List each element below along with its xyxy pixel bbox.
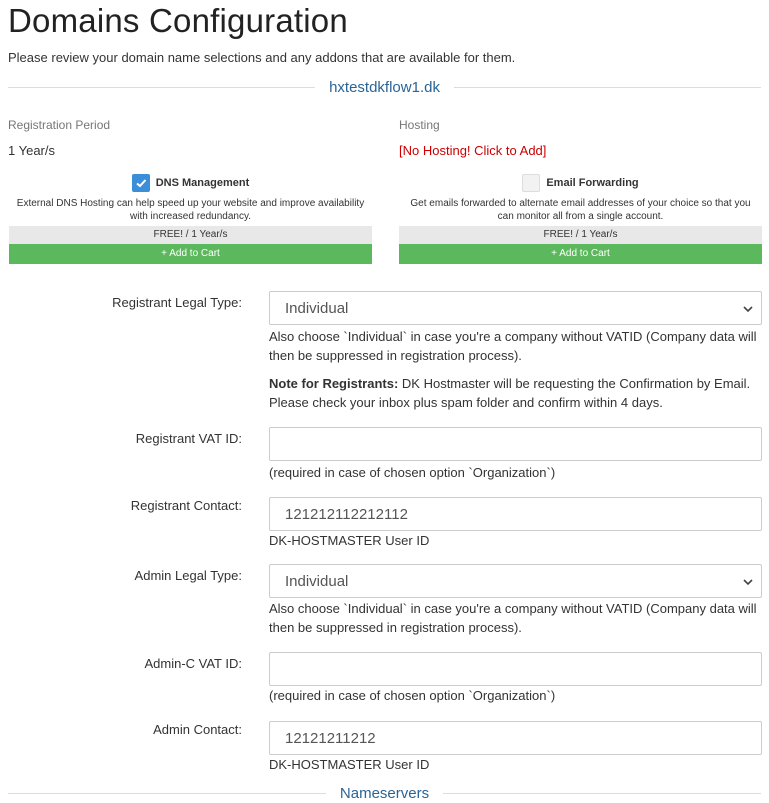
dns-management-price: FREE! / 1 Year/s — [9, 226, 372, 244]
email-forwarding-label: Email Forwarding — [546, 177, 639, 189]
addon-email-forwarding: Email Forwarding Get emails forwarded to… — [399, 172, 762, 264]
registrant-contact-help: DK-HOSTMASTER User ID — [269, 533, 430, 548]
admin-legal-type-value: Individual — [285, 572, 349, 590]
email-forwarding-price: FREE! / 1 Year/s — [399, 226, 762, 244]
registrant-note-bold: Note for Registrants: — [269, 376, 399, 391]
registrant-legal-type-value: Individual — [285, 299, 349, 317]
check-icon — [136, 179, 146, 188]
registrant-vat-id-input[interactable] — [269, 427, 762, 461]
registrant-contact-value: 121212112212112 — [285, 505, 408, 523]
admin-vat-id-label: Admin-C VAT ID: — [144, 656, 242, 671]
registrant-note: Note for Registrants: DK Hostmaster will… — [269, 374, 764, 412]
dns-management-label: DNS Management — [155, 177, 250, 189]
registrant-contact-input[interactable]: 121212112212112 — [269, 497, 762, 531]
chevron-down-icon — [743, 306, 753, 313]
hosting-add-link[interactable]: [No Hosting! Click to Add] — [399, 143, 546, 158]
admin-legal-type-help: Also choose `Individual` in case you're … — [269, 601, 757, 635]
admin-vat-id-help: (required in case of chosen option `Orga… — [269, 688, 556, 703]
registrant-legal-type-label: Registrant Legal Type: — [112, 295, 242, 310]
admin-contact-label: Admin Contact: — [153, 722, 242, 737]
email-forwarding-checkbox[interactable] — [522, 174, 541, 192]
page-subtitle: Please review your domain name selection… — [8, 50, 516, 65]
nameservers-heading: Nameservers — [339, 784, 430, 802]
domain-divider: hxtestdkflow1.dk — [8, 77, 762, 97]
admin-vat-id-input[interactable] — [269, 652, 762, 686]
addon-dns-header[interactable]: DNS Management — [9, 172, 372, 194]
hosting-label: Hosting — [399, 118, 440, 132]
admin-contact-value: 12121211212 — [285, 729, 376, 747]
email-forwarding-description: Get emails forwarded to alternate email … — [410, 198, 751, 222]
registrant-contact-label: Registrant Contact: — [130, 498, 242, 513]
registration-period-label: Registration Period — [8, 118, 111, 132]
dns-management-checkbox[interactable] — [131, 174, 150, 192]
domain-name-heading: hxtestdkflow1.dk — [329, 78, 440, 96]
admin-contact-input[interactable]: 12121211212 — [269, 721, 762, 755]
registrant-vat-id-help: (required in case of chosen option `Orga… — [269, 465, 556, 480]
registrant-legal-type-help: Also choose `Individual` in case you're … — [269, 329, 757, 363]
addon-dns-management: DNS Management External DNS Hosting can … — [9, 172, 372, 264]
page-title: Domains Configuration — [8, 2, 348, 39]
registrant-legal-type-select[interactable]: Individual — [269, 291, 762, 325]
chevron-down-icon — [743, 579, 753, 586]
admin-contact-help: DK-HOSTMASTER User ID — [269, 757, 430, 772]
registration-period-value: 1 Year/s — [8, 143, 55, 158]
addon-email-header[interactable]: Email Forwarding — [399, 172, 762, 194]
dns-management-description: External DNS Hosting can help speed up y… — [16, 198, 365, 222]
nameservers-divider: Nameservers — [8, 783, 761, 803]
admin-legal-type-select[interactable]: Individual — [269, 564, 762, 598]
email-add-to-cart-button[interactable]: + Add to Cart — [399, 244, 762, 264]
dns-add-to-cart-button[interactable]: + Add to Cart — [9, 244, 372, 264]
admin-legal-type-label: Admin Legal Type: — [134, 568, 242, 583]
registrant-vat-id-label: Registrant VAT ID: — [135, 431, 242, 446]
